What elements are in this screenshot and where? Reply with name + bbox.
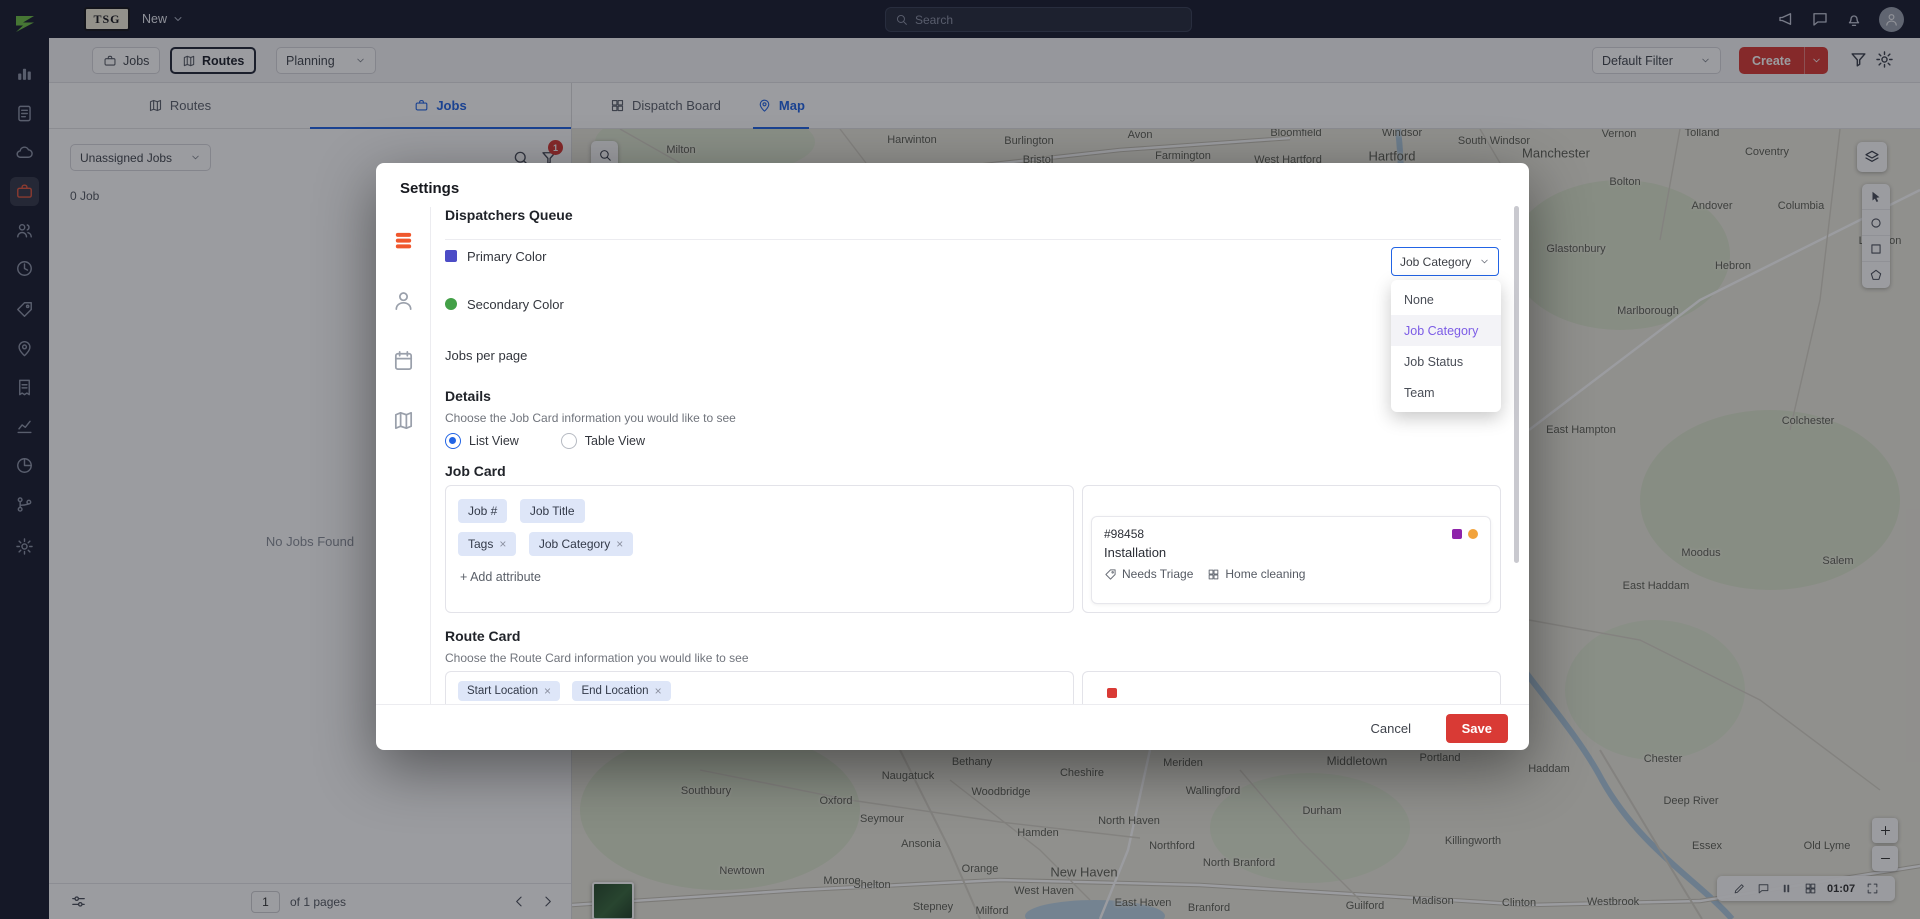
status-icon	[1104, 568, 1117, 581]
preview-job-title: Installation	[1104, 545, 1167, 560]
chip-start-location[interactable]: Start Location	[458, 681, 560, 701]
primary-color-label: Primary Color	[467, 249, 547, 264]
chip-job-number[interactable]: Job #	[458, 499, 508, 523]
status-color-dot	[1468, 529, 1478, 539]
preview-category: Home cleaning	[1207, 567, 1305, 581]
chip-label: Tags	[468, 537, 494, 551]
radio-selected-icon	[445, 433, 461, 449]
menu-item-job-status[interactable]: Job Status	[1391, 346, 1501, 377]
job-card-preview: #98458 Installation Needs Triage Home cl…	[1091, 516, 1491, 604]
secondary-color-label: Secondary Color	[467, 297, 564, 312]
chip-tags[interactable]: Tags	[458, 532, 517, 556]
chip-job-category[interactable]: Job Category	[528, 532, 634, 556]
list-view-label: List View	[469, 434, 519, 448]
chevron-down-icon	[1479, 256, 1490, 267]
route-card-subtitle: Choose the Route Card information you wo…	[445, 651, 749, 665]
menu-item-team[interactable]: Team	[1391, 377, 1501, 408]
chip-label: Job Category	[538, 537, 611, 551]
chip-label: Job #	[468, 504, 498, 518]
category-icon	[1207, 568, 1220, 581]
menu-item-none[interactable]: None	[1391, 284, 1501, 315]
route-card-attributes: Start Location End Location	[445, 671, 1074, 704]
app-screen: TSG New Search Jobs Routes Planning Defa…	[0, 0, 1920, 919]
job-card-preview-panel: #98458 Installation Needs Triage Home cl…	[1082, 485, 1501, 613]
map-settings-icon[interactable]	[392, 409, 415, 432]
remove-chip-icon[interactable]	[655, 685, 662, 697]
route-color-square	[1107, 688, 1117, 698]
chip-job-title[interactable]: Job Title	[519, 499, 585, 523]
section-title: Dispatchers Queue	[445, 207, 573, 223]
category-color-square	[1452, 529, 1462, 539]
list-view-option[interactable]: List View	[445, 433, 519, 449]
schedule-settings-icon[interactable]	[392, 349, 415, 372]
table-view-label: Table View	[584, 434, 646, 448]
preview-status: Needs Triage	[1104, 567, 1193, 581]
preview-marks	[1452, 529, 1478, 539]
primary-color-select[interactable]: Job Category	[1391, 247, 1499, 276]
view-options: List View Table View	[445, 433, 645, 449]
modal-footer: Cancel Save	[376, 704, 1529, 750]
preview-category-label: Home cleaning	[1225, 567, 1306, 581]
menu-item-job-category[interactable]: Job Category	[1391, 315, 1501, 346]
preview-status-label: Needs Triage	[1122, 567, 1194, 581]
add-attribute-button[interactable]: + Add attribute	[460, 570, 541, 584]
secondary-color-swatch	[445, 298, 457, 310]
details-subtitle: Choose the Job Card information you woul…	[445, 411, 736, 425]
chip-label: Job Title	[529, 504, 575, 518]
radio-unselected-icon	[560, 433, 577, 449]
job-card-attributes: Job # Job Title Tags Job Category + Add …	[445, 485, 1074, 613]
remove-chip-icon[interactable]	[499, 538, 506, 550]
chip-label: End Location	[581, 685, 649, 697]
job-card-title: Job Card	[445, 463, 506, 479]
route-card-title: Route Card	[445, 628, 521, 644]
chip-label: Start Location	[467, 685, 538, 697]
preview-job-number: #98458	[1104, 527, 1145, 541]
color-by-dropdown-menu: None Job Category Job Status Team	[1391, 280, 1501, 412]
modal-rail	[376, 207, 431, 704]
cancel-button[interactable]: Cancel	[1356, 714, 1425, 743]
user-settings-icon[interactable]	[392, 289, 415, 312]
jobs-per-page-label: Jobs per page	[445, 348, 528, 363]
chip-end-location[interactable]: End Location	[572, 681, 671, 701]
route-card-preview-panel	[1082, 671, 1501, 704]
primary-color-swatch	[445, 250, 457, 262]
save-button[interactable]: Save	[1445, 714, 1508, 743]
remove-chip-icon[interactable]	[544, 685, 551, 697]
divider	[445, 239, 1501, 240]
modal-scrollbar[interactable]	[1514, 206, 1519, 563]
settings-modal: Settings Dispatchers Queue Primary Color…	[376, 163, 1529, 750]
modal-title: Settings	[400, 180, 460, 197]
primary-color-select-value: Job Category	[1400, 254, 1472, 269]
dispatch-settings-icon[interactable]	[392, 229, 415, 252]
details-title: Details	[445, 388, 491, 404]
remove-chip-icon[interactable]	[616, 538, 623, 550]
table-view-option[interactable]: Table View	[560, 433, 646, 449]
